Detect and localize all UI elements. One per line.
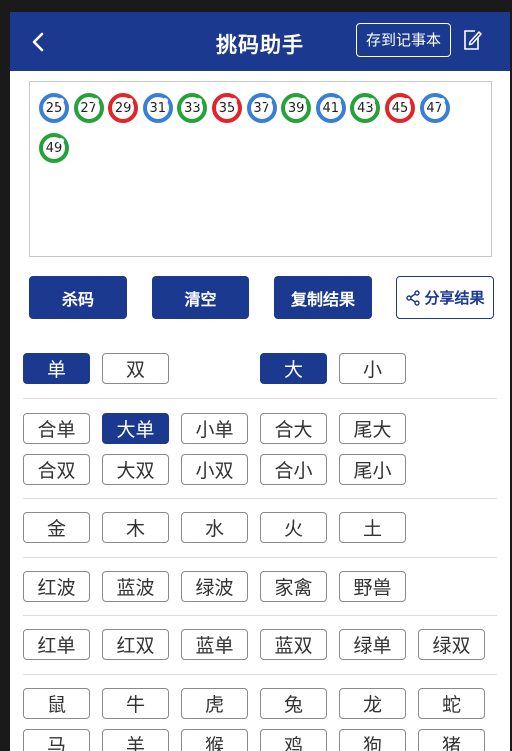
kill-number-button[interactable]: 杀码: [29, 276, 127, 319]
option-chip[interactable]: 蓝单: [181, 629, 248, 660]
option-chip[interactable]: 火: [260, 512, 327, 543]
save-to-notepad-button[interactable]: 存到记事本: [356, 23, 451, 57]
option-chip[interactable]: 大: [260, 353, 327, 384]
option-chip[interactable]: 双: [102, 353, 169, 384]
number-ball: 37: [246, 93, 277, 123]
number-ball: 25: [39, 93, 69, 123]
selected-numbers-box: 25 27 29 31 33 35 37 39 41 43 45 47 49: [29, 81, 492, 257]
option-chip[interactable]: 合双: [23, 454, 90, 485]
option-chip[interactable]: 尾小: [339, 454, 406, 485]
section-divider: [23, 498, 497, 499]
option-chip[interactable]: 大双: [102, 454, 169, 485]
option-chip[interactable]: 土: [339, 512, 406, 543]
number-ball: 33: [177, 93, 208, 123]
number-ball: 35: [212, 93, 242, 123]
option-chip[interactable]: 野兽: [339, 571, 406, 602]
option-chip[interactable]: 猪: [418, 729, 485, 751]
option-chip[interactable]: 羊: [102, 729, 169, 751]
share-result-button[interactable]: 分享结果: [396, 276, 494, 319]
share-result-label: 分享结果: [424, 289, 485, 307]
option-chip[interactable]: 龙: [339, 688, 406, 719]
option-chip[interactable]: 家禽: [260, 571, 327, 602]
option-chip[interactable]: 合大: [260, 413, 327, 444]
share-icon: [406, 289, 421, 306]
option-chip[interactable]: 红波: [23, 571, 90, 602]
option-chip[interactable]: 绿波: [181, 571, 248, 602]
option-chip[interactable]: 单: [23, 353, 90, 384]
edit-note-icon[interactable]: [462, 29, 482, 51]
app-screen: 挑码助手 存到记事本 25 27 29 31 33 35 37 39 41 43 45 47 49 杀码…: [10, 12, 510, 751]
option-chip[interactable]: 小单: [181, 413, 248, 444]
number-ball: 27: [73, 93, 104, 123]
option-chip[interactable]: 合小: [260, 454, 327, 485]
option-chip[interactable]: 蓝波: [102, 571, 169, 602]
option-chip[interactable]: 猴: [181, 729, 248, 751]
option-chip[interactable]: 合单: [23, 413, 90, 444]
section-divider: [23, 615, 497, 616]
option-chip[interactable]: 蓝双: [260, 629, 327, 660]
number-ball: 41: [315, 93, 346, 123]
number-ball: 31: [142, 93, 173, 123]
number-ball: 43: [350, 93, 381, 123]
number-ball: 49: [39, 133, 69, 163]
option-chip[interactable]: 兔: [260, 688, 327, 719]
option-chip[interactable]: 牛: [102, 688, 169, 719]
header-bar: 挑码助手 存到记事本: [10, 12, 510, 71]
option-chip[interactable]: 木: [102, 512, 169, 543]
number-ball: 45: [385, 93, 415, 123]
section-divider: [23, 398, 497, 399]
option-chip[interactable]: 狗: [339, 729, 406, 751]
option-chip[interactable]: 绿双: [418, 629, 485, 660]
option-chip[interactable]: 小: [339, 353, 406, 384]
option-chip[interactable]: 绿单: [339, 629, 406, 660]
number-ball: 39: [281, 93, 312, 123]
option-chip[interactable]: 马: [23, 729, 90, 751]
option-chip[interactable]: 蛇: [418, 688, 485, 719]
option-chip[interactable]: 大单: [102, 413, 169, 444]
option-chip[interactable]: 尾大: [339, 413, 406, 444]
option-chip[interactable]: 小双: [181, 454, 248, 485]
number-ball: 29: [108, 93, 139, 123]
option-chip[interactable]: 虎: [181, 688, 248, 719]
copy-result-button[interactable]: 复制结果: [274, 276, 372, 319]
option-chip[interactable]: 红单: [23, 629, 90, 660]
option-chip[interactable]: 鸡: [260, 729, 327, 751]
section-divider: [23, 557, 497, 558]
number-ball: 47: [419, 93, 450, 123]
clear-button[interactable]: 清空: [152, 276, 249, 319]
option-chip[interactable]: 金: [23, 512, 90, 543]
option-chip[interactable]: 鼠: [23, 688, 90, 719]
option-chip[interactable]: 水: [181, 512, 248, 543]
section-divider: [23, 674, 497, 675]
option-chip[interactable]: 红双: [102, 629, 169, 660]
